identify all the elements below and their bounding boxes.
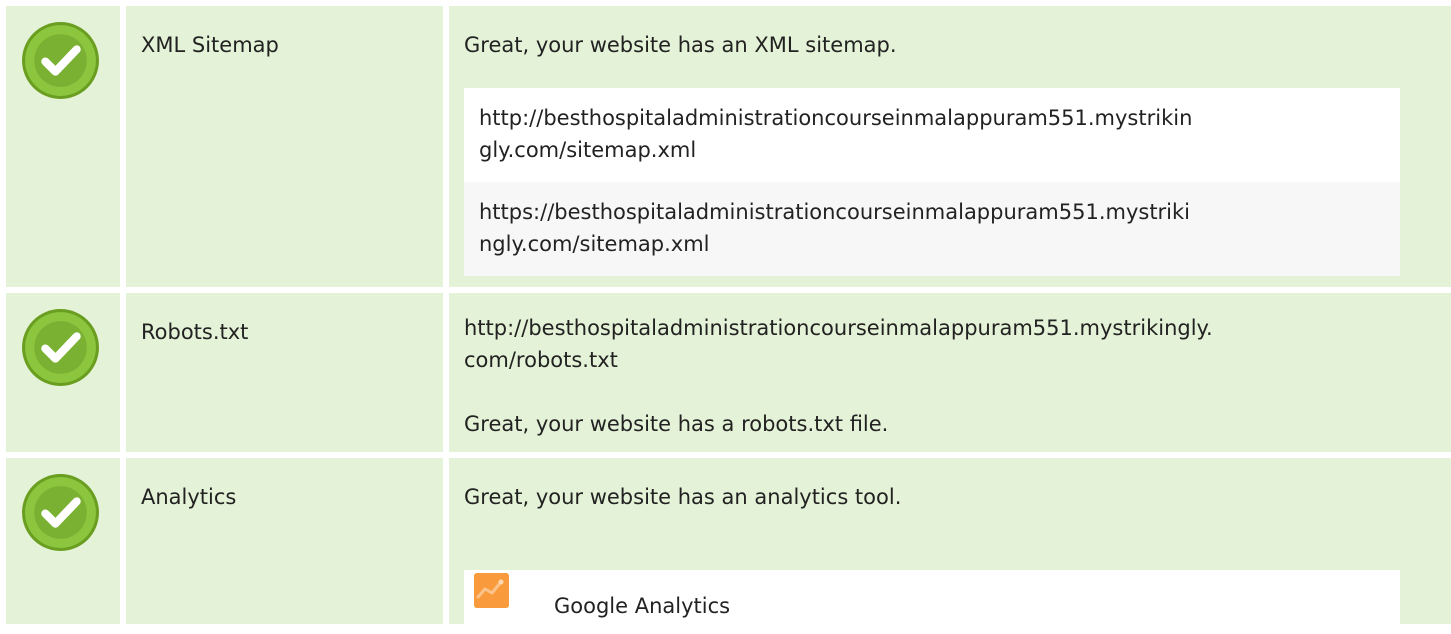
check-name: Robots.txt <box>141 320 249 344</box>
sitemap-url-item: http://besthospitaladministrationcoursei… <box>464 88 1400 182</box>
name-cell: XML Sitemap <box>126 6 443 287</box>
check-circle-icon <box>22 309 99 386</box>
status-cell <box>6 6 120 287</box>
result-message: Great, your website has an analytics too… <box>464 485 902 509</box>
row-xml-sitemap: XML Sitemap Great, your website has an X… <box>6 6 1451 287</box>
result-cell: Great, your website has an XML sitemap. … <box>449 6 1451 287</box>
result-message: Great, your website has an XML sitemap. <box>464 33 897 57</box>
status-cell <box>6 458 120 624</box>
sitemap-url-item: https://besthospitaladministrationcourse… <box>464 182 1400 276</box>
result-cell: Great, your website has an analytics too… <box>449 458 1451 634</box>
analytics-tool-item: Google Analytics <box>464 570 1400 634</box>
robots-url[interactable]: http://besthospitaladministrationcoursei… <box>464 312 1213 376</box>
check-name: XML Sitemap <box>141 33 279 57</box>
sitemap-url[interactable]: https://besthospitaladministrationcourse… <box>479 196 1385 260</box>
result-cell: http://besthospitaladministrationcoursei… <box>449 293 1451 452</box>
row-robots: Robots.txt http://besthospitaladministra… <box>6 293 1451 452</box>
name-cell: Robots.txt <box>126 293 443 452</box>
check-circle-icon <box>22 474 99 551</box>
check-name: Analytics <box>141 485 237 509</box>
name-cell: Analytics <box>126 458 443 624</box>
row-analytics: Analytics Great, your website has an ana… <box>6 458 1451 634</box>
result-message: Great, your website has a robots.txt fil… <box>464 412 889 436</box>
analytics-tool-name: Google Analytics <box>554 594 731 618</box>
google-analytics-icon <box>474 573 509 608</box>
check-circle-icon <box>22 22 99 99</box>
sitemap-url[interactable]: http://besthospitaladministrationcoursei… <box>479 102 1385 166</box>
status-cell <box>6 293 120 452</box>
